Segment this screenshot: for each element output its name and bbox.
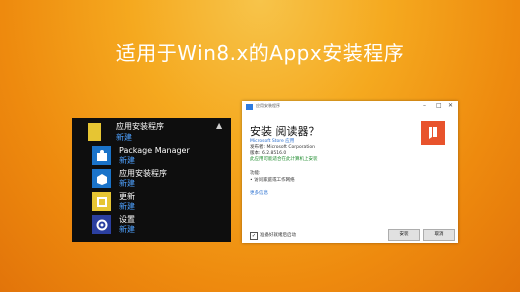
menu-item-app-installer[interactable]: 应用安装程序 新建 xyxy=(92,168,227,192)
install-heading: 安装 阅读器？ xyxy=(250,125,320,138)
reader-app-logo xyxy=(421,121,445,145)
box-icon xyxy=(92,169,111,188)
start-menu-panel: 应用安装程序 新建 ▲ Package Manager 新建 应用安装程序 新建… xyxy=(72,118,231,242)
package-icon xyxy=(92,146,111,165)
installer-dialog: 应用安装程序 – □ ✕ 安装 阅读器？ Microsoft Store 应用 … xyxy=(242,101,458,243)
launch-when-ready-label: 准备好就绪后启动 xyxy=(260,233,296,238)
menu-item-settings[interactable]: 设置 新建 xyxy=(92,214,227,238)
more-info-link[interactable]: 更多信息 xyxy=(250,191,268,197)
minimize-icon[interactable]: – xyxy=(423,102,426,110)
app-folder-icon xyxy=(88,123,101,141)
cancel-button[interactable]: 取消 xyxy=(423,229,455,241)
window-title: 应用安装程序 xyxy=(256,103,280,108)
app-installer-icon xyxy=(246,104,253,110)
menu-item-update[interactable]: 更新 新建 xyxy=(92,191,227,215)
menu-item-new-badge: 新建 xyxy=(119,225,135,234)
menu-item-new-badge: 新建 xyxy=(119,179,135,188)
title-bar[interactable]: 应用安装程序 – □ ✕ xyxy=(242,101,458,113)
app-group-title: 应用安装程序 xyxy=(116,122,164,131)
chevron-up-icon[interactable]: ▲ xyxy=(216,121,222,130)
capabilities-label: 功能: xyxy=(250,171,261,176)
close-icon[interactable]: ✕ xyxy=(448,102,453,110)
menu-item-new-badge: 新建 xyxy=(119,156,135,165)
headline: 适用于Win8.x的Appx安装程序 xyxy=(115,41,405,65)
install-button[interactable]: 安装 xyxy=(388,229,420,241)
update-icon xyxy=(92,192,111,211)
menu-item-label: Package Manager xyxy=(119,146,190,155)
compat-note: 此应用可能适合在此计算机上安装 xyxy=(250,157,318,162)
maximize-icon[interactable]: □ xyxy=(436,102,442,110)
capability-item: • 访问家庭或工作网络 xyxy=(250,178,295,183)
menu-item-label: 设置 xyxy=(119,215,135,224)
launch-when-ready-checkbox[interactable]: ✓ xyxy=(250,232,258,240)
menu-item-package-manager[interactable]: Package Manager 新建 xyxy=(92,145,227,169)
menu-item-new-badge: 新建 xyxy=(119,202,135,211)
app-group-new-badge: 新建 xyxy=(116,133,132,142)
menu-item-label: 更新 xyxy=(119,192,135,201)
menu-item-label: 应用安装程序 xyxy=(119,169,167,178)
gear-icon xyxy=(92,215,111,234)
